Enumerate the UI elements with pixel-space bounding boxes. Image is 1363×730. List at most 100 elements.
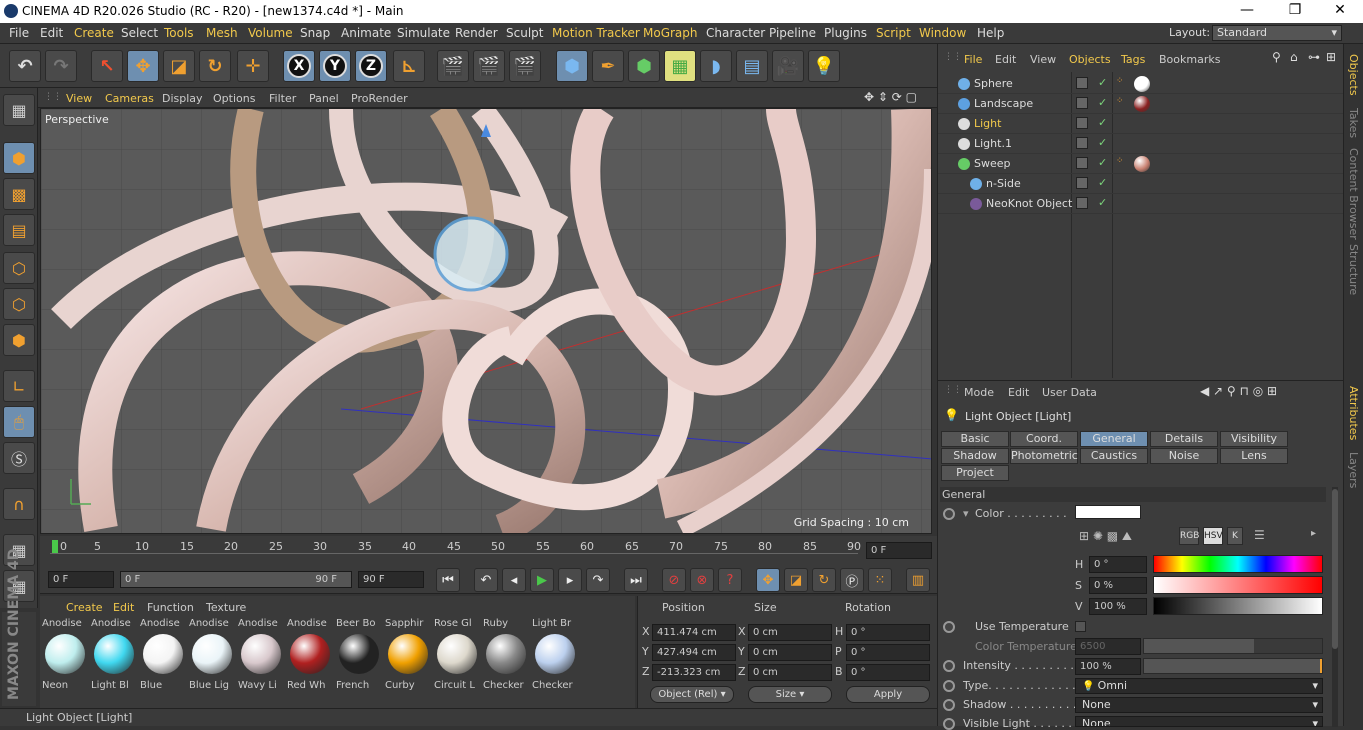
enabled-check-icon[interactable]: ✓ bbox=[1098, 176, 1107, 189]
object-row[interactable]: Landscape ✓ ⁘ bbox=[938, 94, 1344, 114]
color-temperature-slider[interactable] bbox=[1143, 638, 1323, 654]
cloner-button[interactable]: ▦ bbox=[664, 50, 696, 82]
nav-arrows-icon[interactable]: ◀ ↗ ⚲ ⊓ ◎ ⊞ bbox=[1200, 384, 1277, 398]
layer-checkbox[interactable] bbox=[1076, 157, 1088, 169]
material-item[interactable]: Anodise Blue Lig bbox=[189, 618, 236, 696]
enabled-check-icon[interactable]: ✓ bbox=[1098, 76, 1107, 89]
menu-window[interactable]: Window bbox=[919, 26, 966, 40]
snap-button[interactable]: ∩ bbox=[3, 488, 35, 520]
material-tag-icon[interactable]: ⁘ bbox=[1116, 96, 1124, 106]
side-tab-attributes[interactable]: Attributes bbox=[1347, 386, 1360, 440]
size-z-field[interactable]: 0 cm bbox=[748, 664, 832, 681]
edges-mode-button[interactable]: ⬡ bbox=[3, 288, 35, 320]
objects-menu-view[interactable]: View bbox=[1030, 53, 1056, 66]
prev-key-button[interactable]: ↶ bbox=[474, 568, 498, 592]
keyframe-selection-button[interactable]: ? bbox=[718, 568, 742, 592]
menu-motion-tracker[interactable]: Motion Tracker bbox=[552, 26, 640, 40]
deformer-button[interactable]: ◗ bbox=[700, 50, 732, 82]
object-name[interactable]: Light bbox=[974, 117, 1001, 130]
tweak-mode-button[interactable]: 🖱 bbox=[3, 406, 35, 438]
objects-menu-tags[interactable]: Tags bbox=[1121, 53, 1145, 66]
tab-project[interactable]: Project bbox=[941, 465, 1009, 481]
h-field[interactable]: 0 ° bbox=[1089, 556, 1147, 573]
material-item[interactable]: Anodise Light Bl bbox=[91, 618, 138, 696]
s-field[interactable]: 0 % bbox=[1089, 577, 1147, 594]
menu-render[interactable]: Render bbox=[455, 26, 498, 40]
start-frame-field[interactable]: 0 F bbox=[48, 571, 114, 588]
use-temperature-checkbox[interactable] bbox=[1075, 621, 1086, 632]
layer-checkbox[interactable] bbox=[1076, 97, 1088, 109]
object-name[interactable]: Light.1 bbox=[974, 137, 1012, 150]
material-item[interactable]: Anodise Wavy Li bbox=[238, 618, 285, 696]
side-tab-takes[interactable]: Takes bbox=[1347, 108, 1360, 138]
menu-select[interactable]: Select bbox=[121, 26, 158, 40]
color-anim-toggle[interactable] bbox=[943, 508, 955, 520]
go-to-start-button[interactable]: ⏮ bbox=[436, 568, 460, 592]
menu-script[interactable]: Script bbox=[876, 26, 911, 40]
model-mode-button[interactable]: ⬢ bbox=[3, 142, 35, 174]
next-frame-button[interactable]: ▸ bbox=[558, 568, 582, 592]
mixer-icon[interactable]: ☰ bbox=[1254, 528, 1265, 542]
solo-button[interactable]: Ⓢ bbox=[3, 442, 35, 474]
autokey-button[interactable]: ⊗ bbox=[690, 568, 714, 592]
scrollbar[interactable] bbox=[1332, 487, 1338, 727]
render-settings-button[interactable]: 🎬 bbox=[509, 50, 541, 82]
object-row[interactable]: n-Side ✓ bbox=[938, 174, 1344, 194]
subdivision-button[interactable]: ⬢ bbox=[628, 50, 660, 82]
menu-animate[interactable]: Animate bbox=[341, 26, 391, 40]
tab-basic[interactable]: Basic bbox=[941, 431, 1009, 447]
attr-menu-mode[interactable]: Mode bbox=[964, 386, 994, 399]
timeline-ruler[interactable]: 0 5 10 15 20 25 30 35 40 45 50 55 60 65 … bbox=[40, 536, 937, 566]
enabled-check-icon[interactable]: ✓ bbox=[1098, 96, 1107, 109]
object-name[interactable]: Landscape bbox=[974, 97, 1033, 110]
menu-sculpt[interactable]: Sculpt bbox=[506, 26, 543, 40]
intensity-field[interactable]: 100 % bbox=[1075, 658, 1141, 675]
object-row[interactable]: Sphere ✓ ⁘ bbox=[938, 74, 1344, 94]
undo-button[interactable]: ↶ bbox=[9, 50, 41, 82]
viewport-menu-cameras[interactable]: Cameras bbox=[105, 92, 154, 105]
playhead[interactable] bbox=[52, 540, 58, 554]
pen-button[interactable]: ✒ bbox=[592, 50, 624, 82]
attr-menu-user-data[interactable]: User Data bbox=[1042, 386, 1097, 399]
object-name[interactable]: Sweep bbox=[974, 157, 1011, 170]
objects-menu-bookmarks[interactable]: Bookmarks bbox=[1159, 53, 1220, 66]
tab-photometric[interactable]: Photometric bbox=[1010, 448, 1078, 464]
v-field[interactable]: 100 % bbox=[1089, 598, 1147, 615]
render-view-button[interactable]: 🎬 bbox=[437, 50, 469, 82]
current-frame-field[interactable]: 0 F bbox=[866, 542, 932, 559]
objects-menu-edit[interactable]: Edit bbox=[995, 53, 1016, 66]
key-pla-button[interactable]: ⁙ bbox=[868, 568, 892, 592]
menu-mograph[interactable]: MoGraph bbox=[643, 26, 698, 40]
size-y-field[interactable]: 0 cm bbox=[748, 644, 832, 661]
intensity-slider[interactable] bbox=[1143, 658, 1323, 674]
floor-button[interactable]: ▤ bbox=[736, 50, 768, 82]
make-editable-button[interactable]: ▦ bbox=[3, 94, 35, 126]
menu-pipeline[interactable]: Pipeline bbox=[769, 26, 816, 40]
frame-range-slider[interactable]: 0 F 90 F bbox=[120, 571, 352, 588]
material-item[interactable]: Beer Bo French bbox=[336, 618, 383, 696]
hue-slider[interactable] bbox=[1153, 555, 1323, 573]
object-name[interactable]: n-Side bbox=[986, 177, 1021, 190]
enabled-check-icon[interactable]: ✓ bbox=[1098, 196, 1107, 209]
color-picker-icons[interactable]: ⊞ ✺ ▩ ⛰ bbox=[1079, 529, 1132, 544]
z-axis-button[interactable]: Z bbox=[355, 50, 387, 82]
visible-light-select[interactable]: None ▾ bbox=[1075, 716, 1323, 727]
side-tab-content-browser[interactable]: Content Browser bbox=[1347, 148, 1360, 240]
tab-visibility[interactable]: Visibility bbox=[1220, 431, 1288, 447]
live-selection-button[interactable]: ↖ bbox=[91, 50, 123, 82]
close-button[interactable]: ✕ bbox=[1320, 2, 1360, 18]
viewport-perspective[interactable]: Perspective Grid Spacing : 10 cm bbox=[40, 108, 932, 534]
maximize-button[interactable]: ❐ bbox=[1275, 2, 1315, 18]
menu-simulate[interactable]: Simulate bbox=[397, 26, 450, 40]
objects-menu-objects[interactable]: Objects bbox=[1069, 53, 1111, 66]
light-button[interactable]: 💡 bbox=[808, 50, 840, 82]
viewport-menu-prorender[interactable]: ProRender bbox=[351, 92, 408, 105]
viewport-menu-view[interactable]: View bbox=[66, 92, 92, 105]
tab-lens[interactable]: Lens bbox=[1220, 448, 1288, 464]
timeline-button[interactable]: ▥ bbox=[906, 568, 930, 592]
tab-general[interactable]: General bbox=[1080, 431, 1148, 447]
apply-button[interactable]: Apply bbox=[846, 686, 930, 703]
pos-y-field[interactable]: 427.494 cm bbox=[652, 644, 736, 661]
scrollbar-thumb[interactable] bbox=[1332, 489, 1338, 649]
prev-frame-button[interactable]: ◂ bbox=[502, 568, 526, 592]
